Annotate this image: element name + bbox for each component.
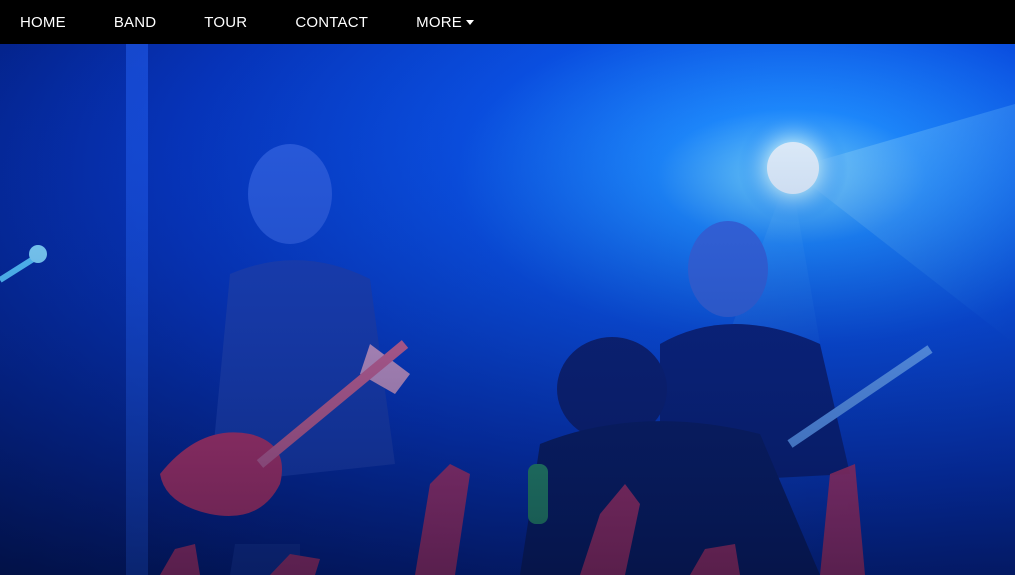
caret-down-icon (465, 20, 474, 25)
top-navbar: HOME BAND TOUR CONTACT MORE (0, 0, 1015, 44)
haze-overlay (0, 44, 1015, 575)
concert-photo-illustration (0, 44, 1015, 575)
nav-tour-link[interactable]: TOUR (204, 0, 247, 44)
hero-concert-photo (0, 44, 1015, 575)
nav-home-link[interactable]: HOME (20, 0, 66, 44)
nav-more-dropdown[interactable]: MORE (416, 0, 474, 44)
nav-menu: HOME BAND TOUR CONTACT MORE (0, 0, 1015, 44)
nav-contact-link[interactable]: CONTACT (295, 0, 368, 44)
nav-more-label: MORE (416, 13, 462, 31)
nav-band-link[interactable]: BAND (114, 0, 156, 44)
